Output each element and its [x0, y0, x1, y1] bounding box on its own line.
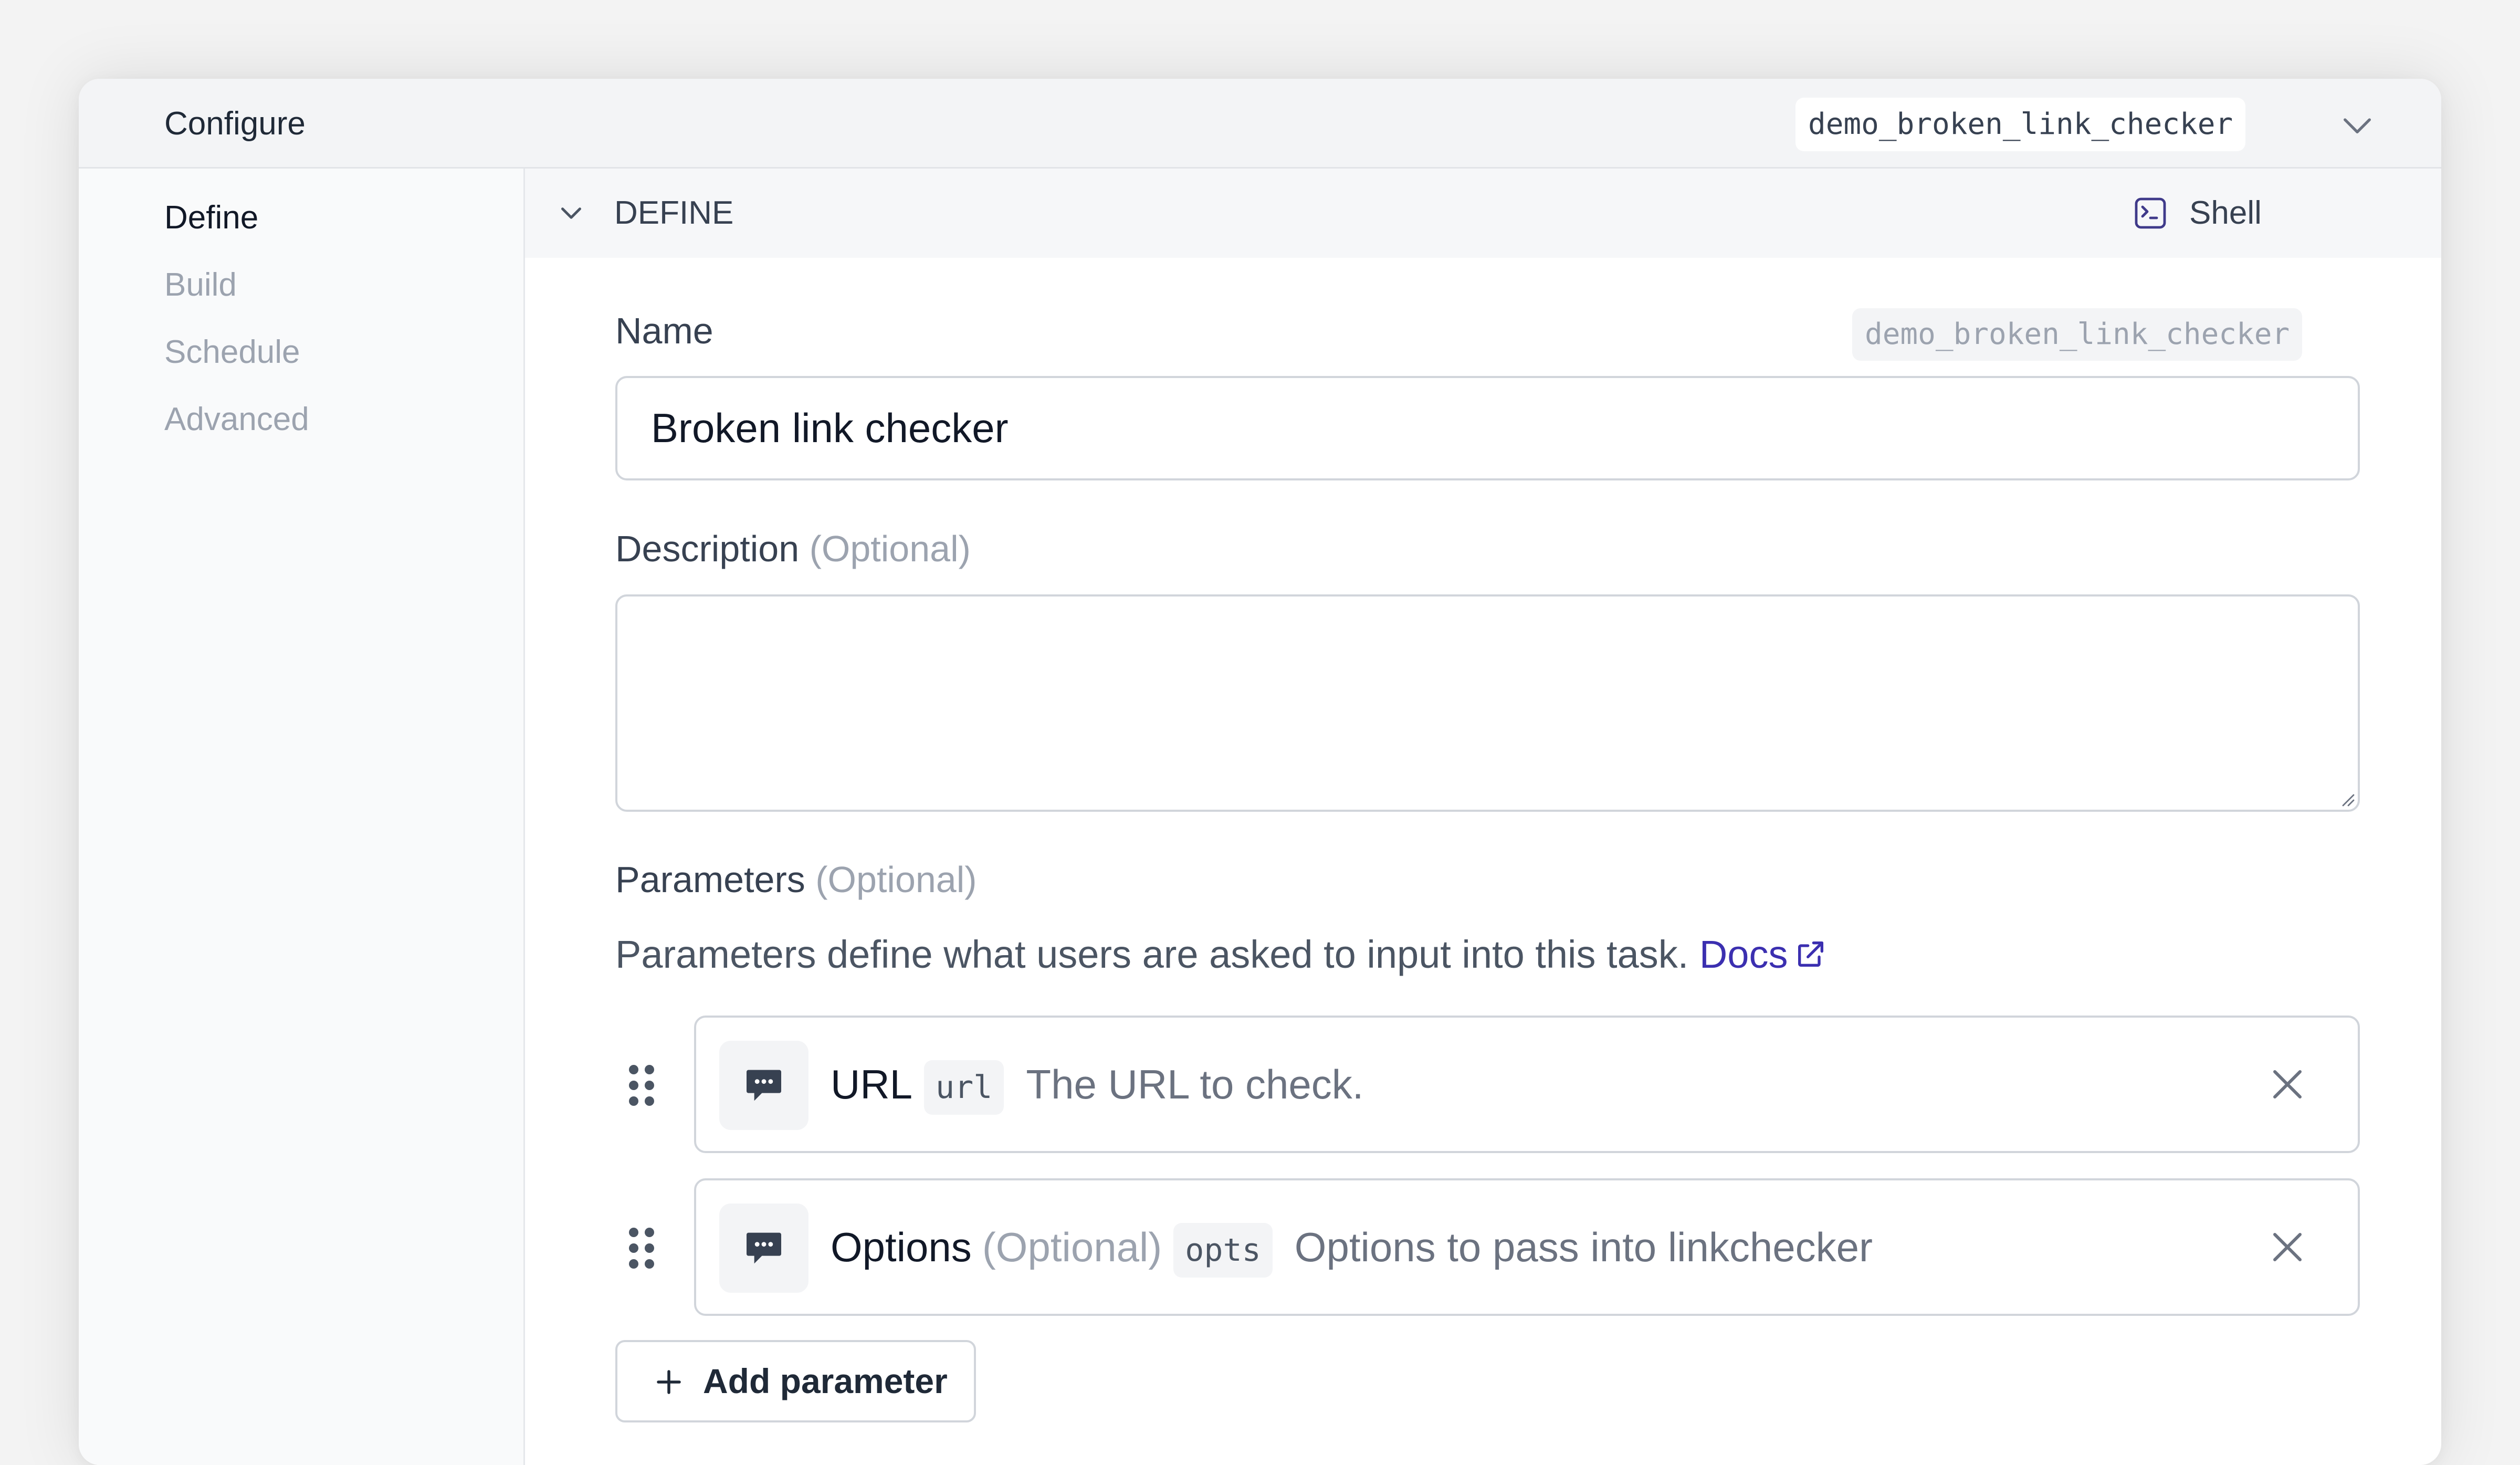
external-link-icon	[1798, 941, 1824, 967]
sidebar-item-advanced[interactable]: Advanced	[164, 399, 309, 441]
docs-link-label: Docs	[1699, 933, 1788, 976]
chevron-down-icon	[561, 207, 581, 219]
sidebar-item-define[interactable]: Define	[164, 197, 258, 239]
sidebar-item-build[interactable]: Build	[164, 264, 237, 306]
sidebar-item-schedule[interactable]: Schedule	[164, 331, 300, 373]
header-bar: Configure demo_broken_link_checker	[79, 79, 2441, 169]
parameter-key: url	[924, 1060, 1004, 1115]
shell-label: Shell	[2189, 195, 2262, 231]
parameter-type-badge	[719, 1041, 808, 1130]
parameters-optional: (Optional)	[815, 859, 977, 900]
section-collapse-button[interactable]	[554, 196, 589, 231]
drag-handle-icon[interactable]	[626, 1225, 657, 1272]
description-field[interactable]	[615, 594, 2360, 812]
description-label-text: Description	[615, 528, 800, 569]
description-label: Description (Optional)	[615, 528, 971, 570]
parameters-label: Parameters (Optional)	[615, 859, 977, 901]
parameters-help: Parameters define what users are asked t…	[615, 929, 1828, 980]
page-title: Configure	[164, 106, 306, 142]
parameter-name: Options	[831, 1224, 972, 1270]
chat-bubble-icon	[747, 1070, 781, 1101]
task-slug-badge: demo_broken_link_checker	[1796, 98, 2246, 151]
name-label: Name	[615, 310, 713, 351]
section-title: DEFINE	[614, 195, 734, 231]
plus-icon	[657, 1370, 681, 1394]
name-slug-badge: demo_broken_link_checker	[1852, 308, 2303, 361]
drag-handle-icon[interactable]	[626, 1062, 657, 1109]
parameter-summary: Options (Optional) opts Options to pass int…	[831, 1180, 1873, 1314]
chevron-down-icon	[2344, 118, 2371, 133]
add-parameter-label: Add parameter	[703, 1362, 948, 1400]
add-parameter-button[interactable]: Add parameter	[615, 1340, 976, 1422]
close-icon[interactable]	[2269, 1228, 2306, 1266]
parameter-key: opts	[1173, 1223, 1273, 1278]
parameter-name: URL	[831, 1061, 913, 1107]
resize-grip-icon[interactable]	[2339, 791, 2356, 808]
parameter-description: Options to pass into linkchecker	[1294, 1224, 1873, 1270]
name-input[interactable]	[615, 376, 2360, 480]
docs-link[interactable]: Docs	[1699, 933, 1828, 976]
parameters-label-text: Parameters	[615, 859, 805, 900]
sidebar: Define Build Schedule Advanced	[79, 169, 525, 1465]
parameter-card[interactable]: URL url The URL to check.	[694, 1016, 2360, 1153]
define-section-header: DEFINE Shell	[525, 169, 2441, 258]
header-dropdown-button[interactable]	[2336, 104, 2378, 146]
chat-bubble-icon	[747, 1232, 781, 1264]
parameter-optional: (Optional)	[982, 1224, 1162, 1270]
terminal-icon	[2135, 197, 2166, 229]
parameter-description: The URL to check.	[1026, 1061, 1364, 1107]
close-icon[interactable]	[2269, 1065, 2306, 1103]
parameter-type-badge	[719, 1204, 808, 1293]
parameter-summary: URL url The URL to check.	[831, 1018, 1363, 1151]
description-optional: (Optional)	[809, 528, 971, 569]
parameters-help-text: Parameters define what users are asked t…	[615, 933, 1689, 976]
configure-window: Configure demo_broken_link_checker Defin…	[79, 79, 2441, 1465]
parameter-card[interactable]: Options (Optional) opts Options to pass int…	[694, 1178, 2360, 1316]
